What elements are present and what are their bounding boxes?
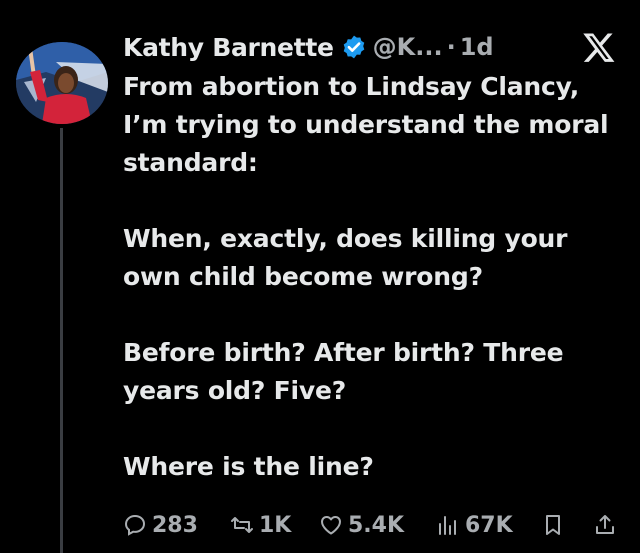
header-separator: · [446,33,456,61]
bookmark-icon [541,513,565,537]
bookmark-button[interactable] [541,508,570,542]
tweet-header: Kathy Barnette @K... · 1d [123,28,494,66]
author-name[interactable]: Kathy Barnette [123,33,334,62]
verified-badge-icon [341,34,367,60]
tweet-paragraph: From abortion to Lindsay Clancy, I’m try… [123,72,609,177]
tweet-paragraph: Where is the line? [123,452,374,481]
avatar[interactable] [16,42,108,124]
reply-icon [123,513,147,537]
like-count: 5.4K [348,512,405,538]
views-button[interactable]: 67K [436,508,513,542]
tweet-paragraph: Before birth? After birth? Three years o… [123,338,564,405]
tweet-text: From abortion to Lindsay Clancy, I’m try… [123,68,628,524]
tweet-actions: 283 1K 5.4K 67K [123,508,628,542]
repost-icon [230,513,254,537]
repost-button[interactable]: 1K [230,508,291,542]
timestamp[interactable]: 1d [460,33,494,61]
share-icon [593,513,617,537]
like-button[interactable]: 5.4K [319,508,404,542]
repost-count: 1K [259,512,292,538]
author-handle[interactable]: @K... [373,33,443,61]
thread-line [60,128,63,553]
tweet[interactable]: Kathy Barnette @K... · 1d From abortion … [0,0,640,553]
reply-button[interactable]: 283 [123,508,198,542]
views-icon [436,513,460,537]
share-button[interactable] [593,508,622,542]
reply-count: 283 [152,512,198,538]
views-count: 67K [465,512,513,538]
x-logo-icon [582,30,616,64]
tweet-paragraph: When, exactly, does killing your own chi… [123,224,568,291]
heart-icon [319,513,343,537]
